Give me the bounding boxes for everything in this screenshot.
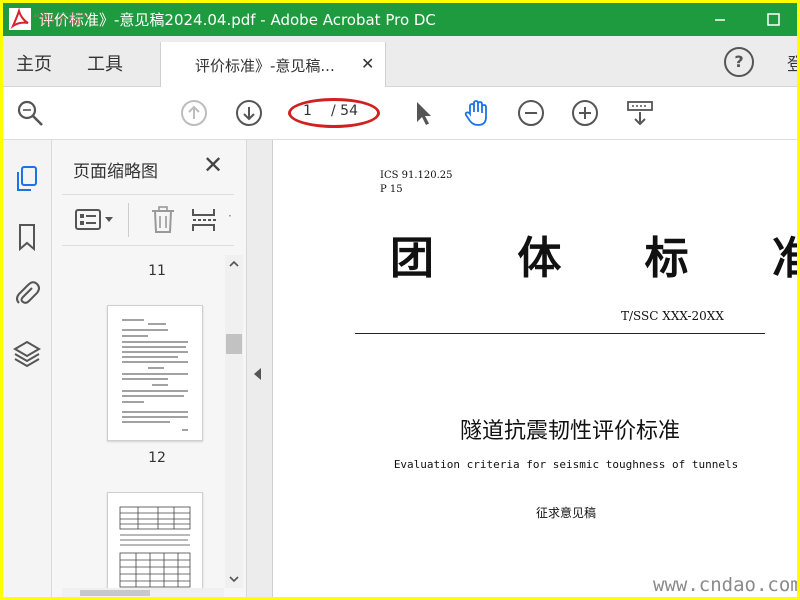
panel-toolbar: · bbox=[62, 194, 234, 246]
scroll-up-icon[interactable] bbox=[225, 255, 243, 273]
hand-tool-icon[interactable] bbox=[461, 98, 491, 128]
zoom-out-icon[interactable] bbox=[516, 98, 546, 128]
panel-title: 页面缩略图 bbox=[73, 162, 158, 182]
select-cursor-icon[interactable] bbox=[407, 98, 437, 128]
page-preview bbox=[119, 506, 191, 594]
close-tab-icon[interactable]: ✕ bbox=[361, 54, 374, 73]
thumbnail-options-icon[interactable] bbox=[74, 208, 118, 232]
page-preview bbox=[122, 319, 188, 431]
site-watermark: www.cndao.com bbox=[653, 574, 797, 596]
thumbnail-page-11[interactable] bbox=[107, 305, 203, 441]
scroll-thumb[interactable] bbox=[226, 334, 242, 354]
tab-document-label: 评价标准》-意见稿... bbox=[195, 57, 335, 75]
document-title-en: Evaluation criteria for seismic toughnes… bbox=[393, 458, 739, 471]
more-tools-icon[interactable]: · bbox=[228, 209, 232, 223]
thumbnail-hscrollbar[interactable] bbox=[62, 588, 224, 597]
ics-number: ICS 91.120.25 bbox=[380, 170, 453, 181]
minimize-icon bbox=[715, 19, 725, 21]
bookmarks-icon[interactable] bbox=[12, 222, 42, 252]
tab-home[interactable]: 主页 bbox=[16, 50, 52, 76]
thumbnail-label: 11 bbox=[148, 263, 166, 279]
navigation-rail bbox=[3, 140, 52, 597]
attachments-icon[interactable] bbox=[12, 278, 42, 308]
standard-number: T/SSC XXX-20XX bbox=[621, 309, 724, 323]
ics-code: ICS 91.120.25 P 15 bbox=[380, 169, 453, 197]
document-page: ICS 91.120.25 P 15 团 体 标 准 T/SSC XXX-20X… bbox=[273, 140, 797, 597]
collapse-arrow-icon[interactable] bbox=[254, 368, 261, 380]
minimize-button[interactable] bbox=[700, 3, 740, 36]
heading-rule bbox=[355, 333, 765, 334]
page-up-icon[interactable] bbox=[179, 98, 209, 128]
thumbnail-scrollbar[interactable] bbox=[225, 255, 243, 588]
scroll-down-icon[interactable] bbox=[225, 570, 243, 588]
tab-document[interactable]: 评价标准》-意见稿... ✕ bbox=[160, 42, 386, 87]
highlight-ellipse bbox=[288, 98, 380, 128]
draft-label: 征求意见稿 bbox=[535, 506, 596, 520]
sign-in-button[interactable]: 登 bbox=[787, 50, 797, 75]
marquee-zoom-icon[interactable] bbox=[625, 98, 655, 128]
document-heading: 团 体 标 准 bbox=[390, 233, 797, 284]
app-window: 评价标准》-意见稿2024.04.pdf - Adobe Acrobat Pro… bbox=[3, 3, 797, 597]
thumbnail-label: 12 bbox=[148, 450, 166, 466]
toolbar-divider bbox=[128, 203, 129, 237]
collapse-panel-handle[interactable] bbox=[247, 140, 273, 597]
thumbnails-panel: 页面缩略图 ✕ · 11 12 bbox=[52, 140, 247, 597]
title-watermark: “你下载” bbox=[33, 12, 90, 28]
thumbnail-list: 11 12 bbox=[52, 255, 222, 597]
maximize-icon bbox=[767, 13, 780, 26]
acrobat-app-icon bbox=[9, 7, 31, 30]
toolbar: 1 / 54 bbox=[3, 87, 797, 140]
search-zoom-icon[interactable] bbox=[15, 98, 45, 128]
delete-page-icon[interactable] bbox=[150, 206, 176, 234]
layers-icon[interactable] bbox=[12, 338, 42, 368]
classification-code: P 15 bbox=[380, 184, 403, 195]
page-down-icon[interactable] bbox=[234, 98, 264, 128]
maximize-button[interactable] bbox=[754, 3, 794, 36]
title-bar: 评价标准》-意见稿2024.04.pdf - Adobe Acrobat Pro… bbox=[3, 3, 797, 36]
help-button[interactable]: ? bbox=[724, 47, 754, 77]
thumbnail-page-12[interactable] bbox=[107, 492, 203, 597]
zoom-in-icon[interactable] bbox=[570, 98, 600, 128]
window-title: 评价标准》-意见稿2024.04.pdf - Adobe Acrobat Pro… bbox=[39, 11, 436, 29]
tab-bar: 主页 工具 评价标准》-意见稿... ✕ ? 登 bbox=[3, 36, 797, 87]
close-panel-icon[interactable]: ✕ bbox=[203, 151, 223, 179]
tab-tools[interactable]: 工具 bbox=[87, 50, 123, 76]
document-title-cn: 隧道抗震韧性评价标准 bbox=[459, 419, 680, 444]
insert-page-icon[interactable] bbox=[190, 206, 218, 234]
hscroll-thumb[interactable] bbox=[80, 590, 150, 596]
page-thumbnails-icon[interactable] bbox=[12, 164, 42, 194]
